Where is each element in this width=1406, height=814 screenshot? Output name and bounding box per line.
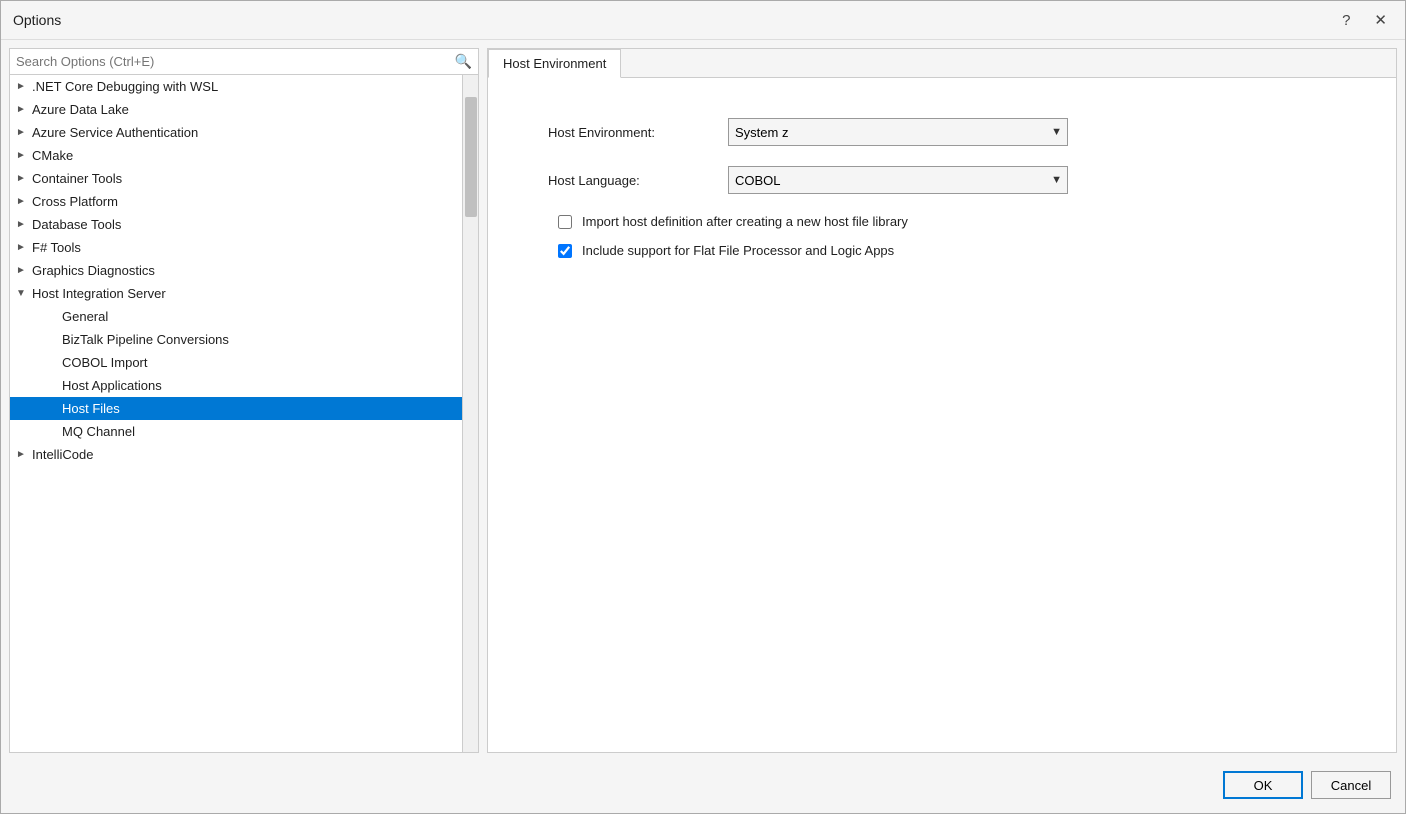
tree-item-intellicode[interactable]: ► IntelliCode bbox=[10, 443, 462, 466]
tree-item-database-tools[interactable]: ► Database Tools bbox=[10, 213, 462, 236]
label-container-tools: Container Tools bbox=[32, 171, 456, 186]
ok-button[interactable]: OK bbox=[1223, 771, 1303, 799]
host-environment-row: Host Environment: System z AS/400 OS/390… bbox=[548, 118, 1356, 146]
arrow-fsharp-tools: ► bbox=[16, 242, 32, 253]
tree-item-cobol-import[interactable]: COBOL Import bbox=[10, 351, 462, 374]
right-panel: Host Environment Host Environment: Syste… bbox=[487, 48, 1397, 753]
arrow-graphics-diagnostics: ► bbox=[16, 265, 32, 276]
checkbox-row-2: Include support for Flat File Processor … bbox=[548, 243, 1356, 258]
search-input[interactable] bbox=[16, 54, 455, 69]
tree-item-mq-channel[interactable]: MQ Channel bbox=[10, 420, 462, 443]
tree-item-host-applications[interactable]: Host Applications bbox=[10, 374, 462, 397]
dialog-body: 🔍 ► .NET Core Debugging with WSL ► Azure… bbox=[1, 40, 1405, 761]
label-host-integration-server: Host Integration Server bbox=[32, 286, 456, 301]
tab-content: Host Environment: System z AS/400 OS/390… bbox=[488, 78, 1396, 752]
arrow-host-integration-server: ▼ bbox=[16, 288, 32, 299]
label-fsharp-tools: F# Tools bbox=[32, 240, 456, 255]
label-cmake: CMake bbox=[32, 148, 456, 163]
left-panel: 🔍 ► .NET Core Debugging with WSL ► Azure… bbox=[9, 48, 479, 753]
arrow-container-tools: ► bbox=[16, 173, 32, 184]
tree-item-azure-data-lake[interactable]: ► Azure Data Lake bbox=[10, 98, 462, 121]
arrow-cmake: ► bbox=[16, 150, 32, 161]
label-cobol-import: COBOL Import bbox=[62, 355, 456, 370]
arrow-azure-service-auth: ► bbox=[16, 127, 32, 138]
arrow-cross-platform: ► bbox=[16, 196, 32, 207]
host-environment-select-wrapper: System z AS/400 OS/390 ▼ bbox=[728, 118, 1068, 146]
arrow-azure-data-lake: ► bbox=[16, 104, 32, 115]
label-intellicode: IntelliCode bbox=[32, 447, 456, 462]
help-button[interactable]: ? bbox=[1336, 10, 1356, 31]
label-biztalk: BizTalk Pipeline Conversions bbox=[62, 332, 456, 347]
search-bar: 🔍 bbox=[10, 49, 478, 75]
checkbox-import-host[interactable] bbox=[558, 215, 572, 229]
tab-host-environment[interactable]: Host Environment bbox=[488, 49, 621, 78]
tree-item-general[interactable]: General bbox=[10, 305, 462, 328]
tree-item-fsharp-tools[interactable]: ► F# Tools bbox=[10, 236, 462, 259]
cancel-button[interactable]: Cancel bbox=[1311, 771, 1391, 799]
tree-item-graphics-diagnostics[interactable]: ► Graphics Diagnostics bbox=[10, 259, 462, 282]
host-language-row: Host Language: COBOL RPG PL/I ▼ bbox=[548, 166, 1356, 194]
scrollbar-thumb bbox=[465, 97, 477, 217]
host-language-label: Host Language: bbox=[548, 173, 728, 188]
tree-item-host-files[interactable]: Host Files bbox=[10, 397, 462, 420]
close-button[interactable]: ✕ bbox=[1368, 9, 1393, 31]
checkbox-row-1: Import host definition after creating a … bbox=[548, 214, 1356, 229]
dialog-title: Options bbox=[13, 12, 61, 28]
tree-item-net-core[interactable]: ► .NET Core Debugging with WSL bbox=[10, 75, 462, 98]
checkbox-import-host-label: Import host definition after creating a … bbox=[582, 214, 908, 229]
label-azure-service-auth: Azure Service Authentication bbox=[32, 125, 456, 140]
tree-item-biztalk[interactable]: BizTalk Pipeline Conversions bbox=[10, 328, 462, 351]
label-cross-platform: Cross Platform bbox=[32, 194, 456, 209]
tree-item-host-integration-server[interactable]: ▼ Host Integration Server bbox=[10, 282, 462, 305]
host-environment-label: Host Environment: bbox=[548, 125, 728, 140]
label-graphics-diagnostics: Graphics Diagnostics bbox=[32, 263, 456, 278]
checkbox-flat-file[interactable] bbox=[558, 244, 572, 258]
tree-wrapper: ► .NET Core Debugging with WSL ► Azure D… bbox=[10, 75, 478, 752]
label-host-applications: Host Applications bbox=[62, 378, 456, 393]
tree-container: ► .NET Core Debugging with WSL ► Azure D… bbox=[10, 75, 462, 752]
tree-item-azure-service-auth[interactable]: ► Azure Service Authentication bbox=[10, 121, 462, 144]
dialog-footer: OK Cancel bbox=[1, 761, 1405, 813]
label-host-files: Host Files bbox=[62, 401, 456, 416]
tree-item-container-tools[interactable]: ► Container Tools bbox=[10, 167, 462, 190]
arrow-net-core: ► bbox=[16, 81, 32, 92]
label-general: General bbox=[62, 309, 456, 324]
search-icon: 🔍 bbox=[455, 53, 472, 70]
options-dialog: Options ? ✕ 🔍 ► .NET Core Debugging with… bbox=[0, 0, 1406, 814]
label-net-core: .NET Core Debugging with WSL bbox=[32, 79, 456, 94]
host-language-select[interactable]: COBOL RPG PL/I bbox=[728, 166, 1068, 194]
tab-bar: Host Environment bbox=[488, 49, 1396, 78]
host-environment-select[interactable]: System z AS/400 OS/390 bbox=[728, 118, 1068, 146]
host-language-select-wrapper: COBOL RPG PL/I ▼ bbox=[728, 166, 1068, 194]
tree-item-cmake[interactable]: ► CMake bbox=[10, 144, 462, 167]
tree-item-cross-platform[interactable]: ► Cross Platform bbox=[10, 190, 462, 213]
title-bar-buttons: ? ✕ bbox=[1336, 9, 1393, 31]
label-mq-channel: MQ Channel bbox=[62, 424, 456, 439]
checkbox-flat-file-label: Include support for Flat File Processor … bbox=[582, 243, 894, 258]
scrollbar[interactable] bbox=[462, 75, 478, 752]
arrow-intellicode: ► bbox=[16, 449, 32, 460]
label-database-tools: Database Tools bbox=[32, 217, 456, 232]
title-bar: Options ? ✕ bbox=[1, 1, 1405, 40]
label-azure-data-lake: Azure Data Lake bbox=[32, 102, 456, 117]
arrow-database-tools: ► bbox=[16, 219, 32, 230]
